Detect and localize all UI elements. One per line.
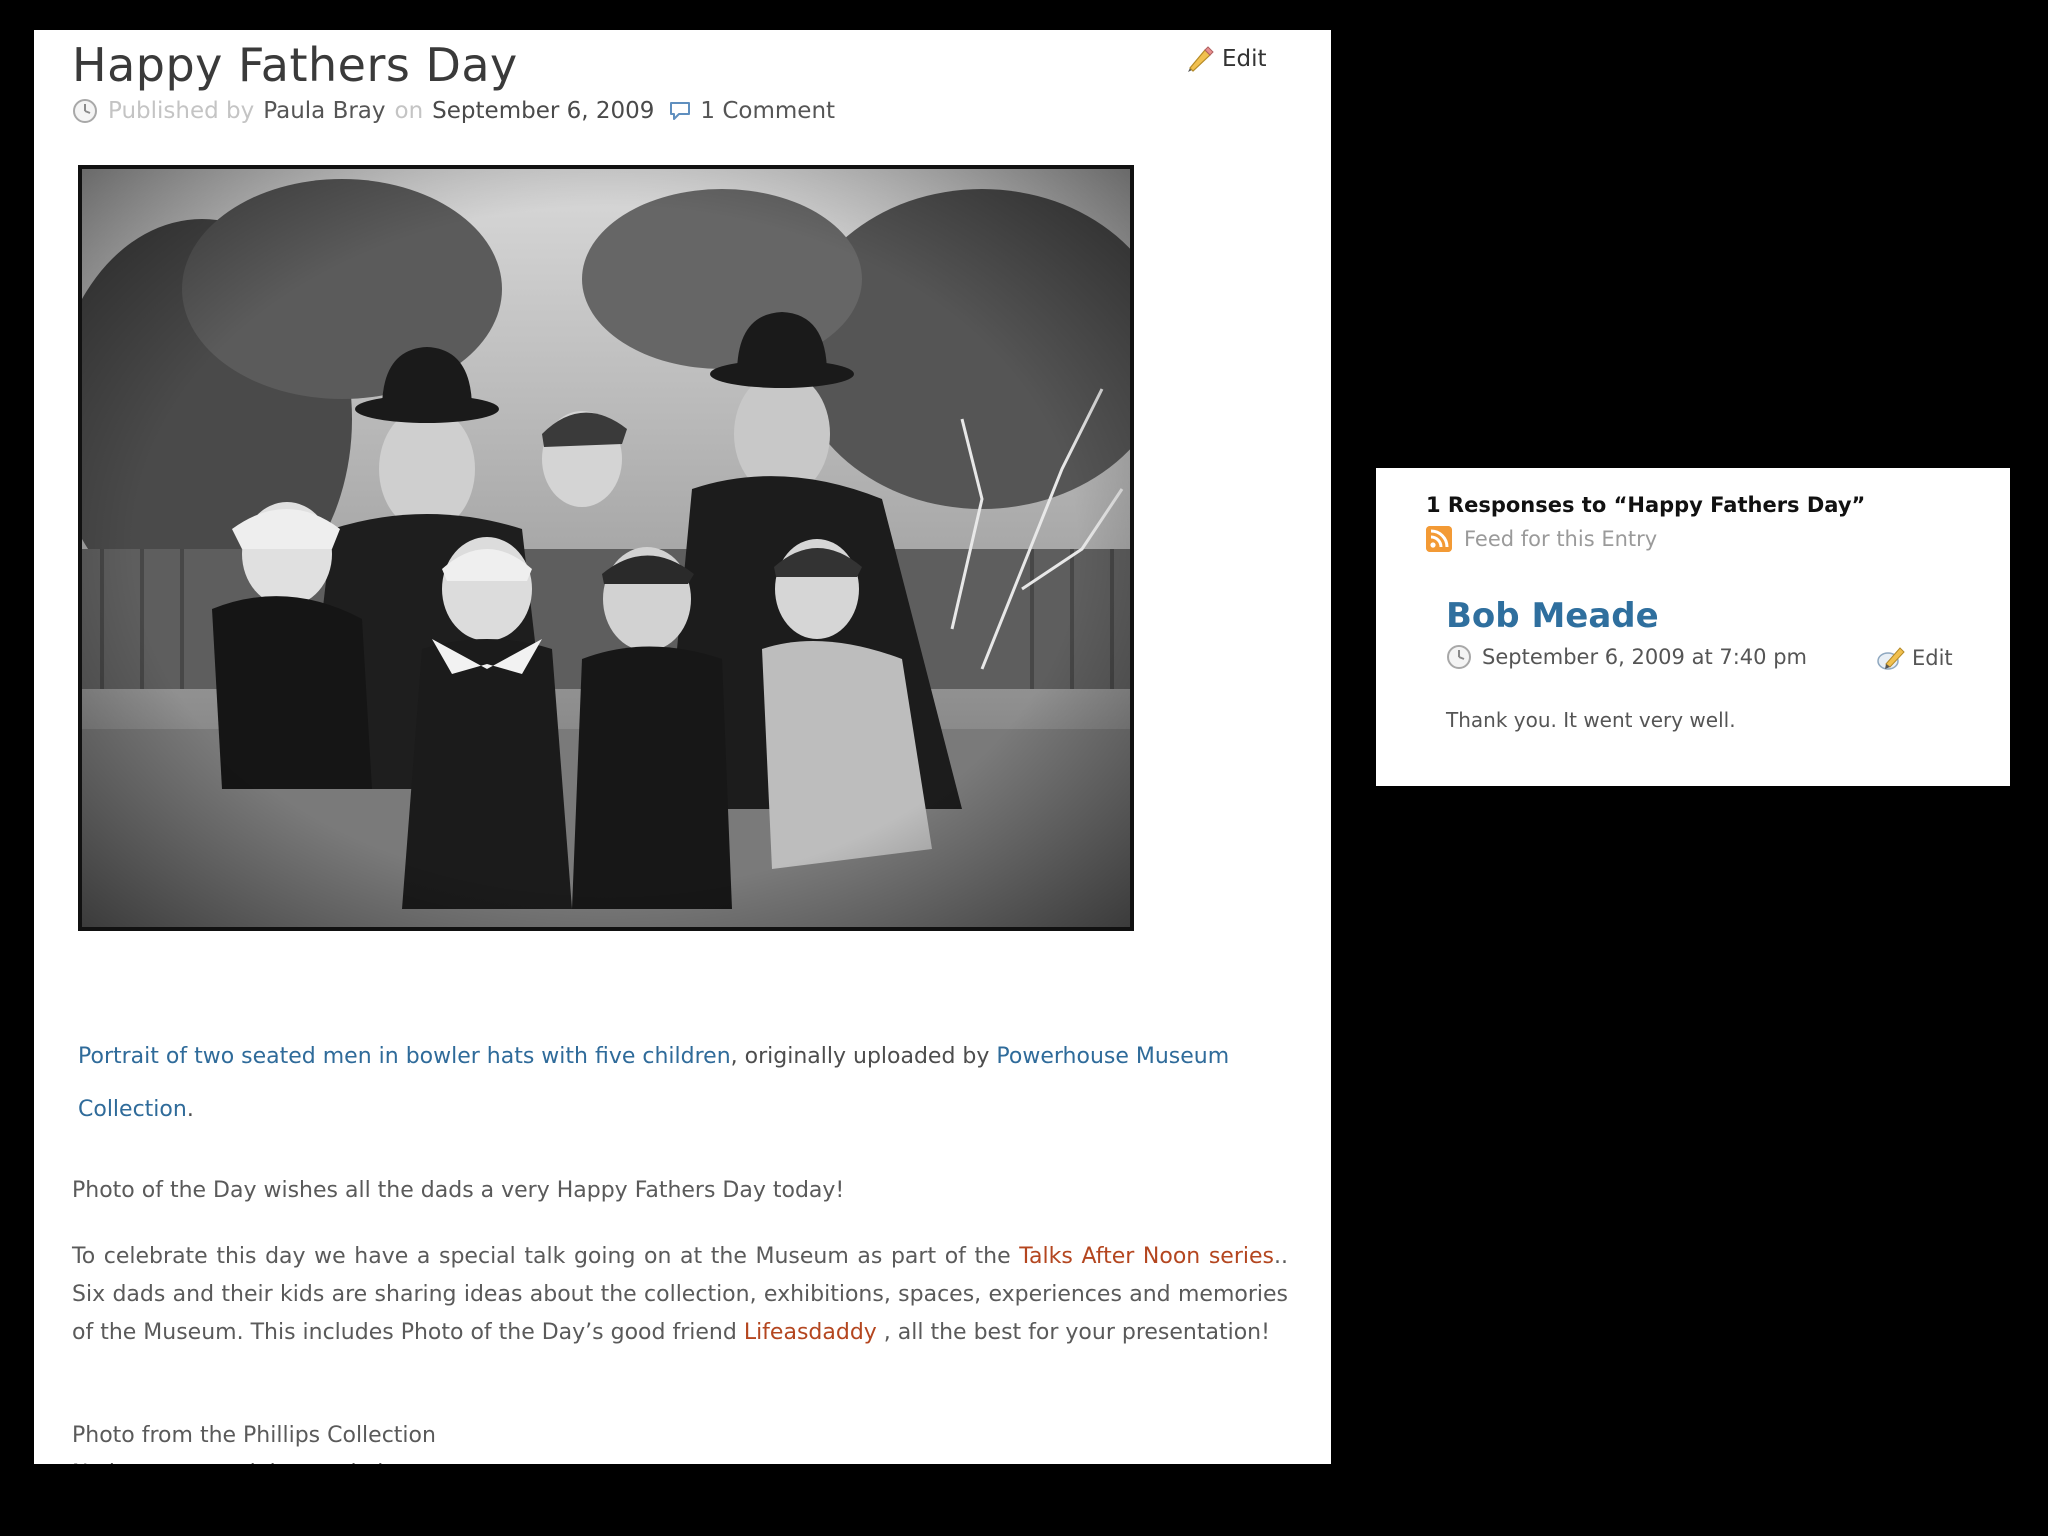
- caption-end: .: [186, 1097, 194, 1122]
- comment-text: Thank you. It went very well.: [1446, 708, 1736, 732]
- post-edit-link[interactable]: Edit: [1184, 44, 1267, 74]
- clock-icon: [73, 99, 97, 123]
- photo-title-link[interactable]: Portrait of two seated men in bowler hat…: [78, 1044, 731, 1069]
- feed-label: Feed for this Entry: [1464, 527, 1658, 551]
- blog-post: Happy Fathers Day Edit Published by Paul…: [34, 30, 1331, 1464]
- post-paragraph-1: Photo of the Day wishes all the dads a v…: [72, 1178, 845, 1203]
- talks-after-noon-link[interactable]: Talks After Noon series: [1019, 1244, 1274, 1269]
- entry-feed-link[interactable]: Feed for this Entry: [1426, 526, 1657, 552]
- comment-edit-label: Edit: [1912, 646, 1953, 670]
- published-by-label: Published by: [108, 98, 255, 124]
- comments-section: 1 Responses to “Happy Fathers Day” Feed …: [1376, 468, 2010, 786]
- comment-meta: September 6, 2009 at 7:40 pm: [1446, 644, 1807, 670]
- caption-middle-text: , originally uploaded by: [730, 1044, 997, 1069]
- responses-heading: 1 Responses to “Happy Fathers Day”: [1426, 493, 1866, 517]
- post-meta: Published by Paula Bray on September 6, …: [72, 98, 835, 124]
- paragraph-2-intro: To celebrate this day we have a special …: [72, 1244, 1020, 1269]
- photo-credit: Photo from the Phillips Collection No kn…: [72, 1417, 1288, 1464]
- speech-bubble-icon: [670, 102, 691, 120]
- comment-author[interactable]: Bob Meade: [1446, 596, 1659, 636]
- paragraph-2-end: , all the best for your presentation!: [876, 1320, 1270, 1345]
- post-edit-label: Edit: [1222, 46, 1267, 72]
- clock-icon: [1447, 645, 1471, 669]
- post-title: Happy Fathers Day: [72, 38, 518, 92]
- comments-count-link[interactable]: 1 Comment: [700, 98, 835, 124]
- post-date: September 6, 2009: [432, 98, 655, 124]
- comment-datetime: September 6, 2009 at 7:40 pm: [1482, 645, 1807, 669]
- credit-line-1: Photo from the Phillips Collection: [72, 1423, 436, 1448]
- credit-line-2: No known copyright restrictions: [72, 1455, 1288, 1464]
- lifeasdaddy-link[interactable]: Lifeasdaddy: [744, 1320, 877, 1345]
- post-paragraph-2: To celebrate this day we have a special …: [72, 1238, 1288, 1352]
- rss-icon: [1426, 526, 1452, 552]
- post-photo[interactable]: [78, 165, 1134, 931]
- photo-caption: Portrait of two seated men in bowler hat…: [78, 1030, 1298, 1136]
- pencil-icon: [1188, 46, 1214, 72]
- on-label: on: [394, 98, 424, 124]
- comment-edit-link[interactable]: Edit: [1876, 644, 1953, 672]
- edit-note-icon: [1877, 647, 1905, 670]
- post-author-link[interactable]: Paula Bray: [263, 98, 385, 124]
